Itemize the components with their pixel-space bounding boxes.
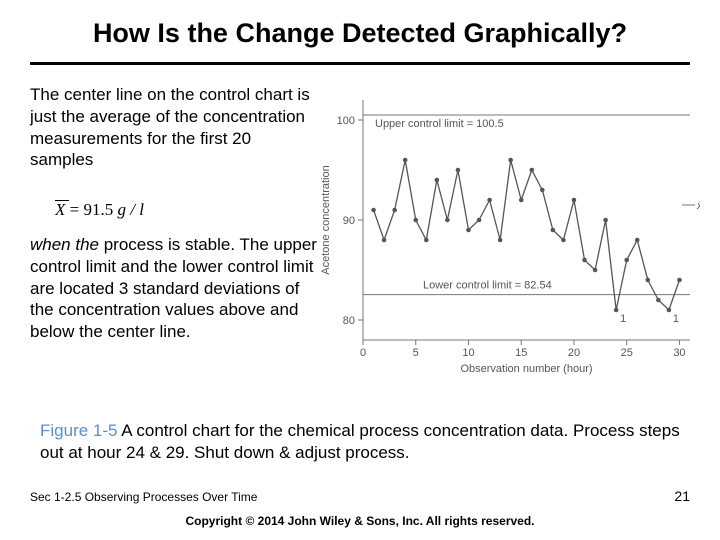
figure-caption: Figure 1-5 A control chart for the chemi… <box>40 420 680 464</box>
svg-text:90: 90 <box>343 215 355 227</box>
svg-text:Observation number (hour): Observation number (hour) <box>460 363 592 375</box>
svg-text:1: 1 <box>620 313 626 325</box>
figure-label: Figure 1-5 <box>40 421 117 440</box>
figure-caption-text: A control chart for the chemical process… <box>40 421 680 462</box>
svg-text:Acetone concentration: Acetone concentration <box>320 165 332 274</box>
svg-text:x̄ = 91.50: x̄ = 91.50 <box>696 200 700 212</box>
svg-text:25: 25 <box>621 347 633 359</box>
svg-text:5: 5 <box>413 347 419 359</box>
page-title: How Is the Change Detected Graphically? <box>36 18 684 49</box>
control-chart: 80 90 100 0 5 10 15 20 25 30 Observation number (h… <box>315 90 700 380</box>
svg-text:15: 15 <box>515 347 527 359</box>
svg-text:Lower control limit = 82.54: Lower control limit = 82.54 <box>423 280 552 292</box>
paragraph-2: when the process is stable. The upper co… <box>30 234 320 343</box>
svg-text:80: 80 <box>343 315 355 327</box>
svg-text:Upper control limit = 100.5: Upper control limit = 100.5 <box>375 118 504 130</box>
svg-text:100: 100 <box>337 115 355 127</box>
svg-text:20: 20 <box>568 347 580 359</box>
section-footer: Sec 1-2.5 Observing Processes Over Time <box>30 490 257 504</box>
svg-text:30: 30 <box>673 347 685 359</box>
svg-text:0: 0 <box>360 347 366 359</box>
formula-xbar: X = 91.5 g / l <box>55 200 144 220</box>
paragraph-2-lead: when the <box>30 235 99 254</box>
copyright: Copyright © 2014 John Wiley & Sons, Inc.… <box>0 514 720 528</box>
paragraph-1: The center line on the control chart is … <box>30 84 310 171</box>
title-underline <box>30 62 690 65</box>
page-number: 21 <box>674 488 690 504</box>
svg-text:1: 1 <box>673 313 679 325</box>
svg-text:10: 10 <box>462 347 474 359</box>
